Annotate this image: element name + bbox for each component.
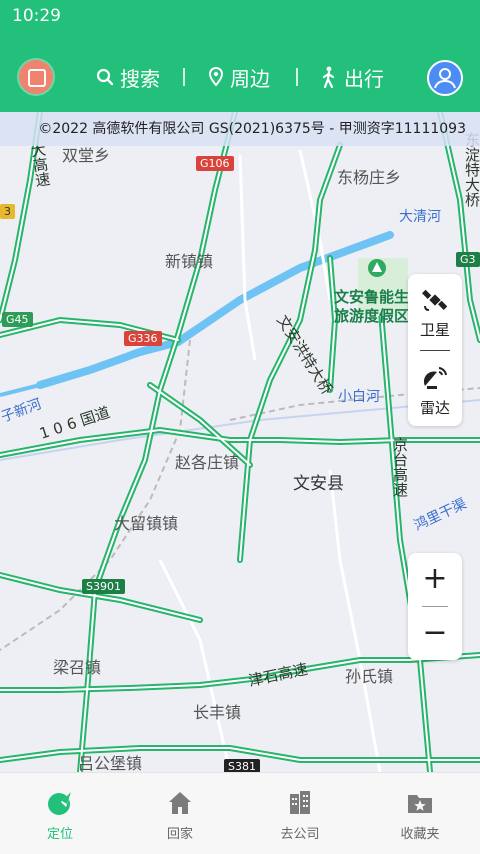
road-shield: G45 <box>2 312 33 327</box>
zoom-out-button[interactable]: − <box>408 607 462 659</box>
zoom-panel: + − <box>408 553 462 660</box>
radar-layer-button[interactable]: 雷达 <box>408 358 462 422</box>
river-label: 大清河 <box>399 209 441 225</box>
user-icon <box>434 68 456 89</box>
map-copyright: ©2022 高德软件有限公司 GS(2021)6375号 - 甲测资字11111… <box>0 112 480 146</box>
search-label: 搜索 <box>120 66 160 91</box>
layer-panel: 卫星 雷达 <box>408 274 462 426</box>
tab-label: 回家 <box>166 827 193 842</box>
favorites-folder-icon <box>408 795 432 813</box>
tab-label: 去公司 <box>280 827 320 842</box>
app-header: 10:29 搜索 周边 出行 <box>0 0 480 112</box>
nearby-label: 周边 <box>230 66 270 91</box>
nav-divider <box>183 68 185 86</box>
user-avatar-button[interactable] <box>427 60 463 96</box>
place-label: 长丰镇 <box>193 703 242 722</box>
road-shield: G106 <box>196 156 234 171</box>
road-shield: S381 <box>224 759 260 772</box>
nav-divider <box>296 68 298 86</box>
radar-label: 雷达 <box>419 399 450 417</box>
tab-home[interactable]: 回家 <box>120 773 240 854</box>
place-label: 新镇镇 <box>165 252 214 271</box>
layers-icon <box>28 69 46 87</box>
tab-favorites[interactable]: 收藏夹 <box>360 773 480 854</box>
place-label: 赵各庄镇 <box>175 453 240 472</box>
bottom-tab-bar: 定位 回家 去公司 收藏夹 <box>0 772 480 854</box>
travel-label: 出行 <box>344 66 384 91</box>
road-label: 京台高速 <box>391 437 409 497</box>
place-label: 孙氏镇 <box>345 667 394 686</box>
map-view[interactable]: 双堂乡 东杨庄乡 新镇镇 文安鲁能生 旅游度假区 赵各庄镇 文安县 大留镇镇 梁… <box>0 112 480 772</box>
home-icon <box>169 792 191 814</box>
road-shield: S3901 <box>82 579 125 594</box>
place-label: 文安县 <box>293 474 344 494</box>
tab-company[interactable]: 去公司 <box>240 773 360 854</box>
place-label: 东杨庄乡 <box>337 168 402 187</box>
walking-person-icon <box>322 66 335 88</box>
tab-locate[interactable]: 定位 <box>0 773 120 854</box>
radar-icon <box>423 367 447 389</box>
place-label: 吕公堡镇 <box>78 754 143 772</box>
satellite-label: 卫星 <box>419 321 450 339</box>
search-button[interactable]: 搜索 <box>96 62 160 92</box>
place-label: 大留镇镇 <box>114 514 179 533</box>
layer-divider <box>420 350 450 351</box>
travel-button[interactable]: 出行 <box>320 62 384 92</box>
satellite-icon <box>422 289 448 311</box>
place-label: 梁召镇 <box>53 658 102 677</box>
road-shield: G3 <box>456 252 480 267</box>
building-icon <box>290 791 310 814</box>
tab-label: 收藏夹 <box>400 827 440 842</box>
menu-button[interactable] <box>19 60 53 94</box>
status-time: 10:29 <box>12 6 61 26</box>
tab-label: 定位 <box>46 827 73 842</box>
search-icon <box>96 68 114 86</box>
locate-icon <box>48 791 72 815</box>
road-shield: G336 <box>124 331 162 346</box>
nearby-button[interactable]: 周边 <box>208 62 270 92</box>
poi-label: 文安鲁能生 旅游度假区 <box>334 288 410 325</box>
road-shield: 3 <box>0 204 15 219</box>
satellite-layer-button[interactable]: 卫星 <box>408 280 462 344</box>
river-label: 小白河 <box>338 389 380 405</box>
zoom-in-button[interactable]: + <box>408 553 462 605</box>
top-nav: 搜索 周边 出行 <box>0 56 480 98</box>
location-pin-icon <box>208 67 224 87</box>
